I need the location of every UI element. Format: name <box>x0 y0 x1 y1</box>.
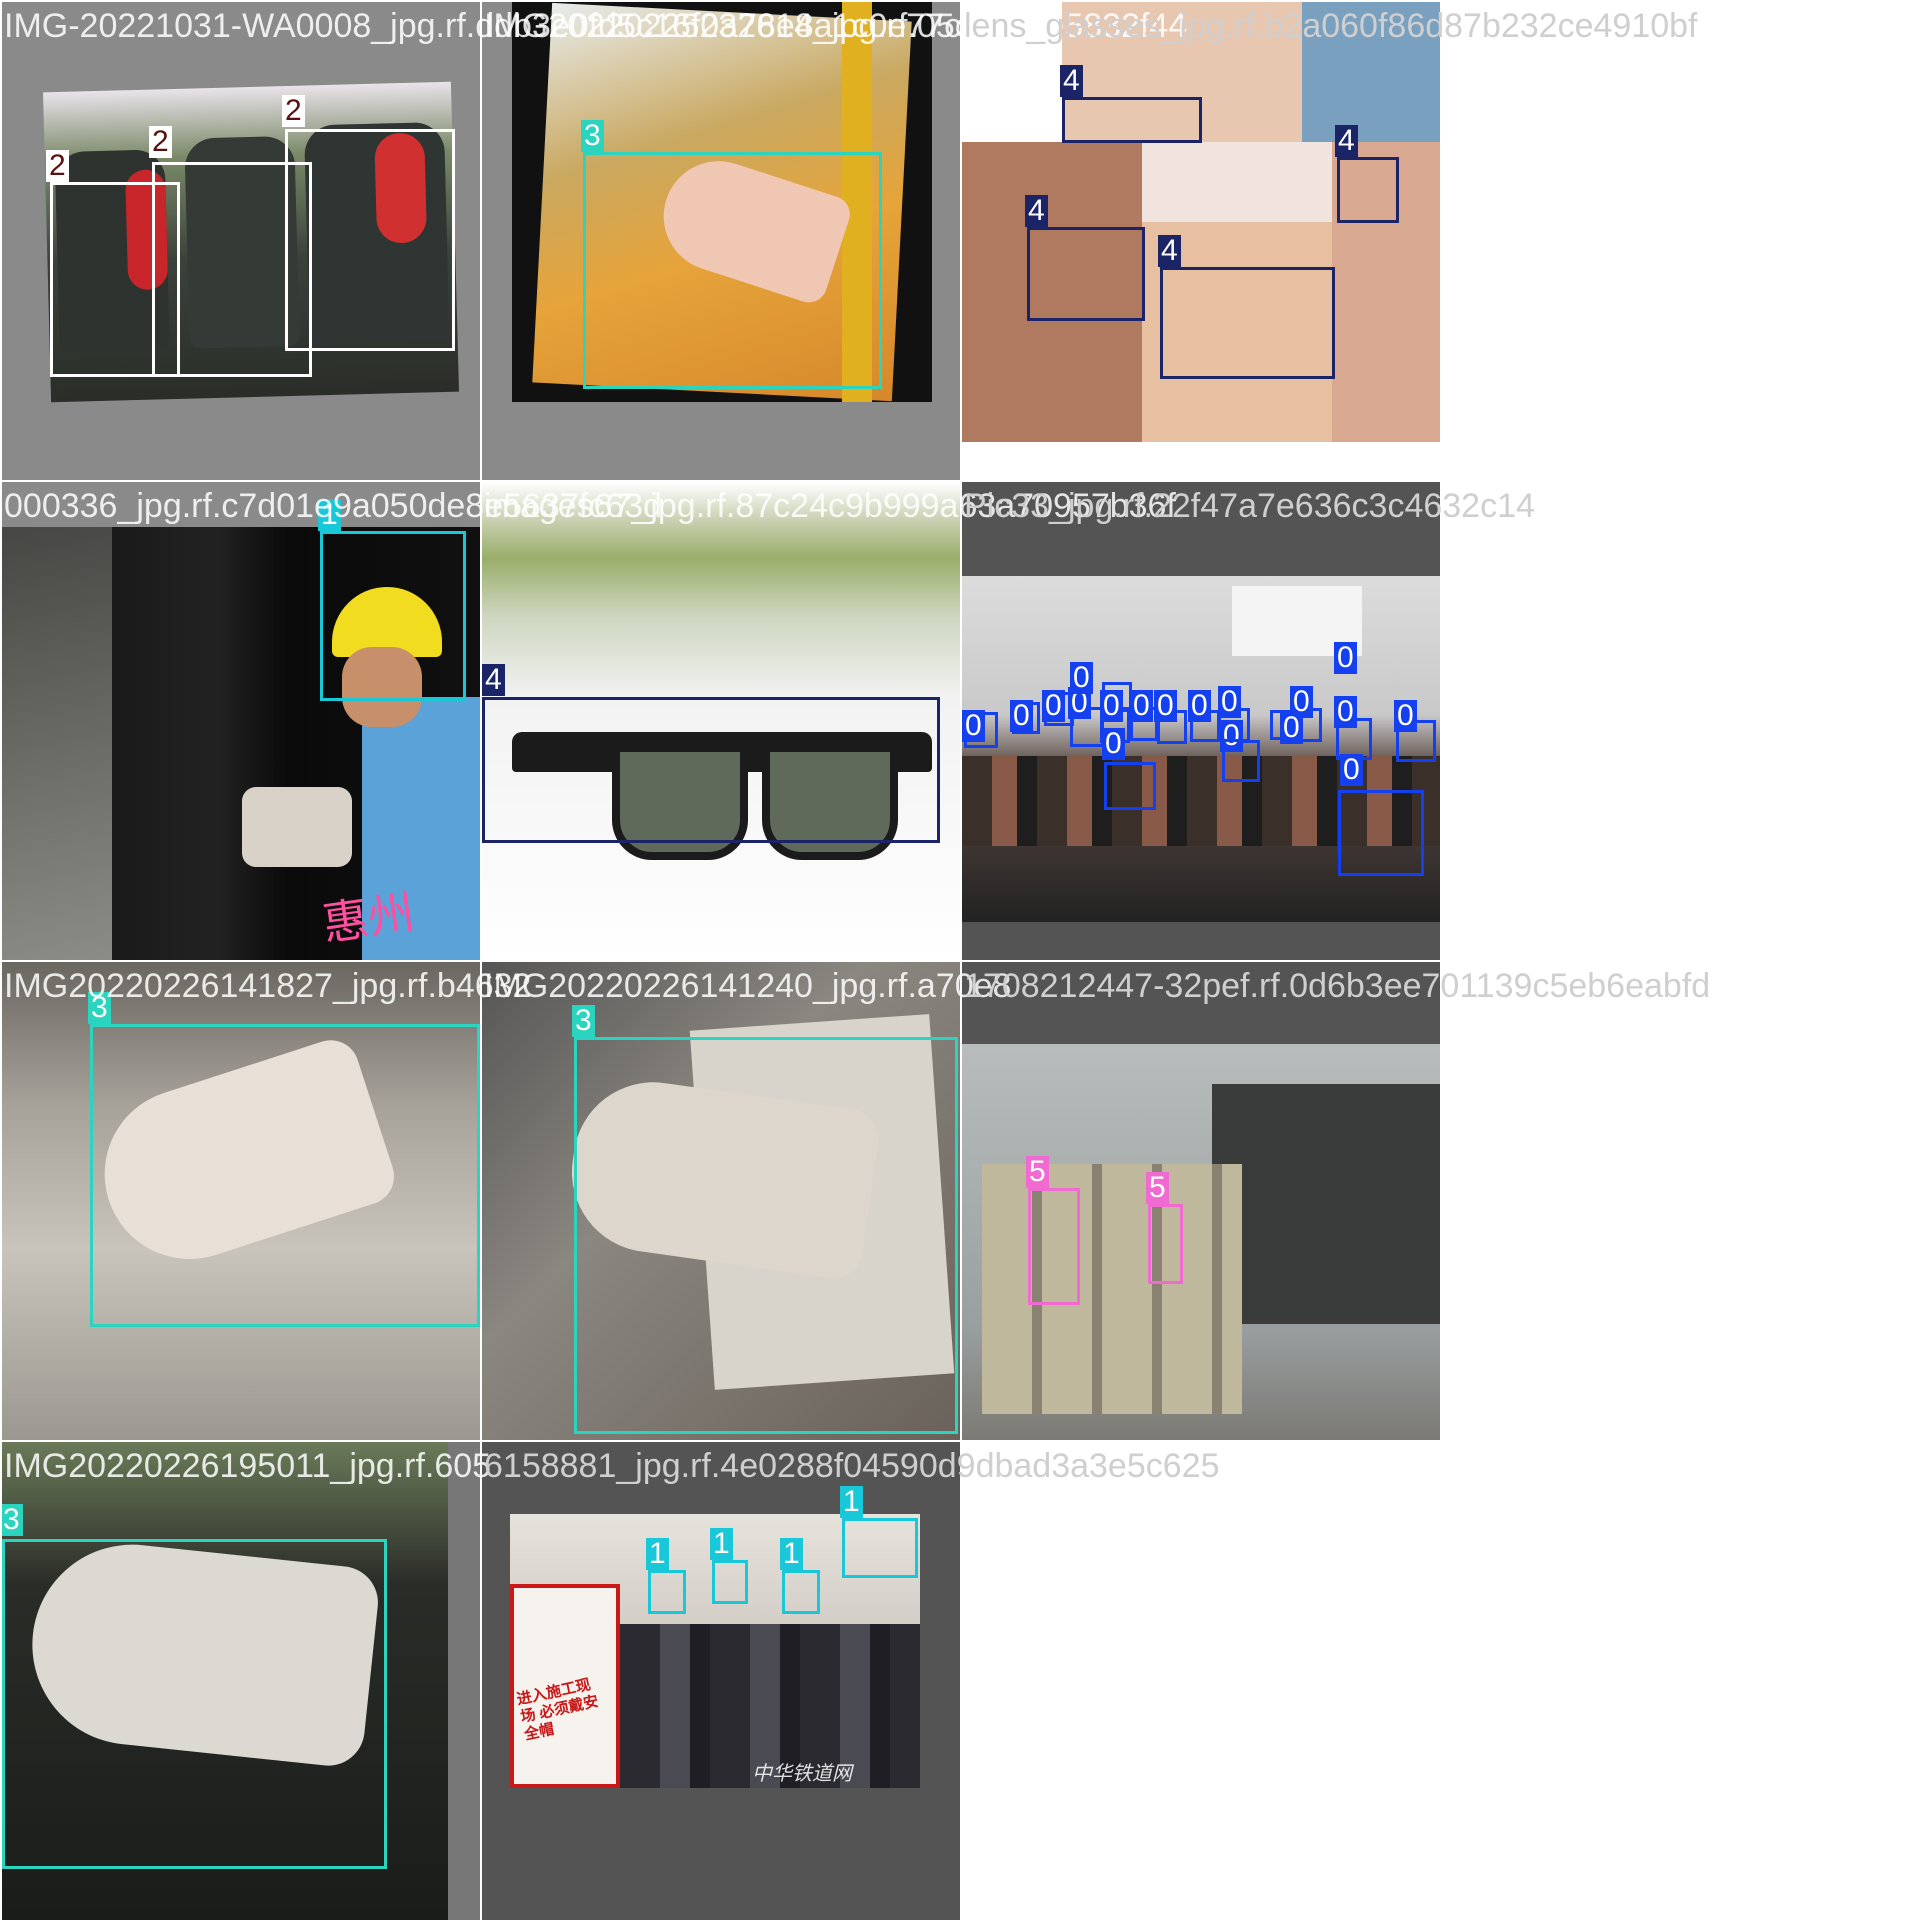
detection-label: 0 <box>1280 712 1303 744</box>
detection-label: 4 <box>1060 65 1083 97</box>
tile-filename: IMG20220226195011_jpg.rf.605 <box>4 1447 492 1485</box>
detection-box <box>285 129 455 351</box>
watermark-text: 中华铁道网 <box>752 1763 852 1785</box>
detection-box <box>1028 1188 1080 1305</box>
detection-label: 1 <box>646 1538 669 1570</box>
detection-label: 3 <box>2 1504 23 1536</box>
detection-box <box>1337 157 1399 223</box>
detection-label: 0 <box>1042 690 1065 722</box>
detection-box <box>782 1570 820 1614</box>
detection-box <box>1104 762 1156 810</box>
tile-filename: IMG20220226141827_jpg.rf.b4632 <box>4 967 532 1005</box>
detection-box <box>90 1024 480 1327</box>
detection-label: 0 <box>1102 728 1125 760</box>
detection-label: 2 <box>149 126 172 158</box>
mosaic-tile-gloves: 2 2 2 <box>2 2 480 480</box>
detection-box <box>482 697 940 843</box>
detection-box <box>1027 227 1145 321</box>
detection-label: 0 <box>1010 700 1033 732</box>
detection-label: 0 <box>1394 700 1417 732</box>
tile-filename: 6158881_jpg.rf.4e0288f04590d9dbad3a3e5c6… <box>484 1447 1220 1485</box>
detection-box <box>2 1539 387 1869</box>
detection-label: 1 <box>780 1538 803 1570</box>
mosaic-tile-hand-laptop: 3 <box>482 962 960 1440</box>
tile-filename: lens_glasses_jpg.rf.b2a060f86d87b232ce49… <box>964 7 1698 45</box>
detection-label: 4 <box>1025 195 1048 227</box>
detection-box <box>1338 790 1424 876</box>
detection-label: 0 <box>1340 754 1363 786</box>
detection-label: 0 <box>1334 642 1357 674</box>
mosaic-tile-harness-workers: 5 5 <box>962 962 1440 1440</box>
detection-label: 0 <box>1100 690 1123 722</box>
detection-label: 5 <box>1146 1172 1169 1204</box>
detection-box <box>648 1570 686 1614</box>
detection-label: 3 <box>572 1005 595 1037</box>
detection-box <box>1160 267 1335 379</box>
detection-box <box>583 152 882 389</box>
detection-label: 0 <box>962 710 985 742</box>
detection-label: 4 <box>1158 235 1181 267</box>
detection-box <box>842 1518 918 1578</box>
detection-label: 3 <box>581 120 604 152</box>
detection-box <box>1148 1204 1183 1284</box>
mosaic-tile-hardhat-worker: 1 惠州 <box>2 482 480 960</box>
detection-label: 1 <box>710 1528 733 1560</box>
detection-label: 0 <box>1070 662 1093 694</box>
detection-box <box>712 1560 748 1604</box>
detection-label: 5 <box>1026 1156 1049 1188</box>
detection-label: 2 <box>282 95 305 127</box>
detection-box <box>574 1037 958 1434</box>
detection-label: 0 <box>1130 690 1153 722</box>
mosaic-tile-hand-upside: 3 <box>2 962 480 1440</box>
detection-box <box>1062 97 1202 143</box>
detection-label: 0 <box>1188 690 1211 722</box>
worker-sign-text: 惠州 <box>319 884 418 952</box>
mosaic-tile-glasses-faces: 4 4 4 4 <box>962 2 1440 480</box>
tile-filename: 1708212447-32pef.rf.0d6b3ee701139c5eb6ea… <box>964 967 1711 1005</box>
mosaic-tile-hand-dark: 3 <box>2 1442 480 1920</box>
detection-label: 4 <box>482 664 505 696</box>
detection-label: 1 <box>840 1486 863 1518</box>
detection-label: 0 <box>1154 690 1177 722</box>
mosaic-tile-red-helmets: 进入施工现场 必须戴安全帽 中华铁道网 1 1 1 1 <box>482 1442 960 1920</box>
detection-box <box>320 531 466 701</box>
tile-filename: IMG20220226141240_jpg.rf.a70e8 <box>484 967 1012 1005</box>
mosaic-tile-hand-glass: 3 <box>482 2 960 480</box>
tile-filename: Pic33_jpg.rf.22f47a7e636c3c4632c14 <box>964 487 1535 525</box>
detection-label: 0 <box>1334 696 1357 728</box>
detection-label: 4 <box>1335 125 1358 157</box>
detection-label: 0 <box>1218 686 1241 718</box>
detection-label: 2 <box>46 150 69 182</box>
mosaic-tile-classroom: 0 0 0 0 0 0 0 0 0 0 0 0 0 0 0 0 0 0 <box>962 482 1440 960</box>
mosaic-tile-sunglasses: 4 <box>482 482 960 960</box>
